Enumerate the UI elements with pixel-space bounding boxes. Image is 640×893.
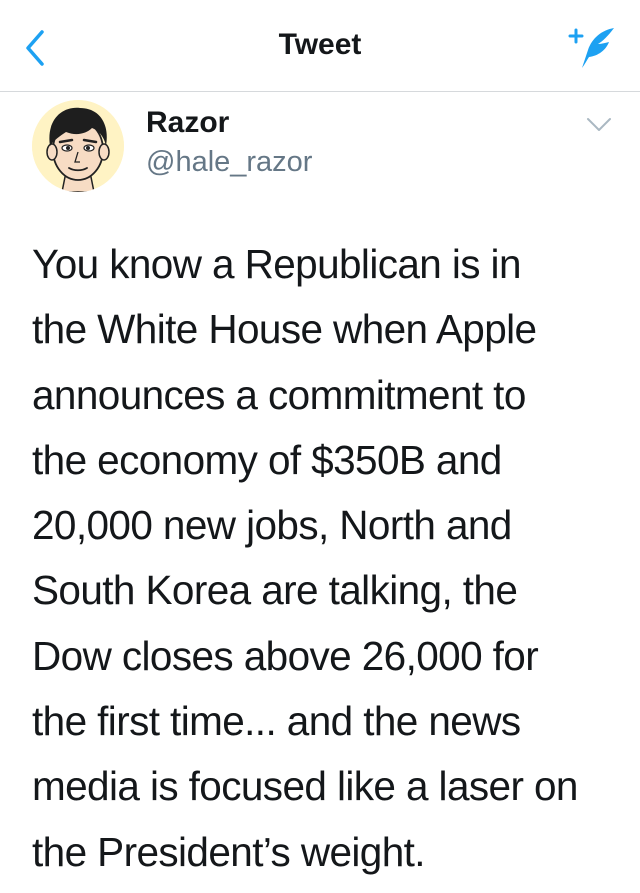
navigation-bar: Tweet bbox=[0, 0, 640, 92]
tweet-line: the economy of $350B and bbox=[32, 436, 502, 483]
page-title: Tweet bbox=[278, 28, 362, 61]
tweet-line: You know a Republican is in bbox=[32, 241, 521, 287]
tweet-line: the first time... and the news bbox=[32, 698, 521, 745]
tweet-header: Razor @hale_razor bbox=[0, 92, 640, 202]
author-name[interactable]: Razor bbox=[146, 106, 229, 140]
tweet-line: the President’s weight. bbox=[32, 828, 426, 875]
avatar[interactable] bbox=[32, 100, 124, 192]
compose-tweet-button[interactable] bbox=[568, 22, 618, 72]
tweet-line: media is focused like a laser on bbox=[32, 763, 578, 810]
compose-feather-icon bbox=[568, 28, 614, 68]
tweet-line: South Korea are talking, the bbox=[32, 567, 518, 614]
author-handle[interactable]: @hale_razor bbox=[146, 146, 312, 179]
chevron-down-icon bbox=[587, 118, 611, 131]
tweet-line: 20,000 new jobs, North and bbox=[32, 502, 512, 549]
cartoon-avatar-icon bbox=[32, 100, 124, 192]
tweet-line: announces a commitment to bbox=[32, 371, 526, 418]
tweet-options-button[interactable] bbox=[586, 116, 612, 134]
tweet-body: You know a Republican is in the White Ho… bbox=[32, 232, 622, 885]
tweet-line: the White House when Apple bbox=[32, 306, 537, 353]
tweet-line: Dow closes above 26,000 for bbox=[32, 632, 539, 679]
